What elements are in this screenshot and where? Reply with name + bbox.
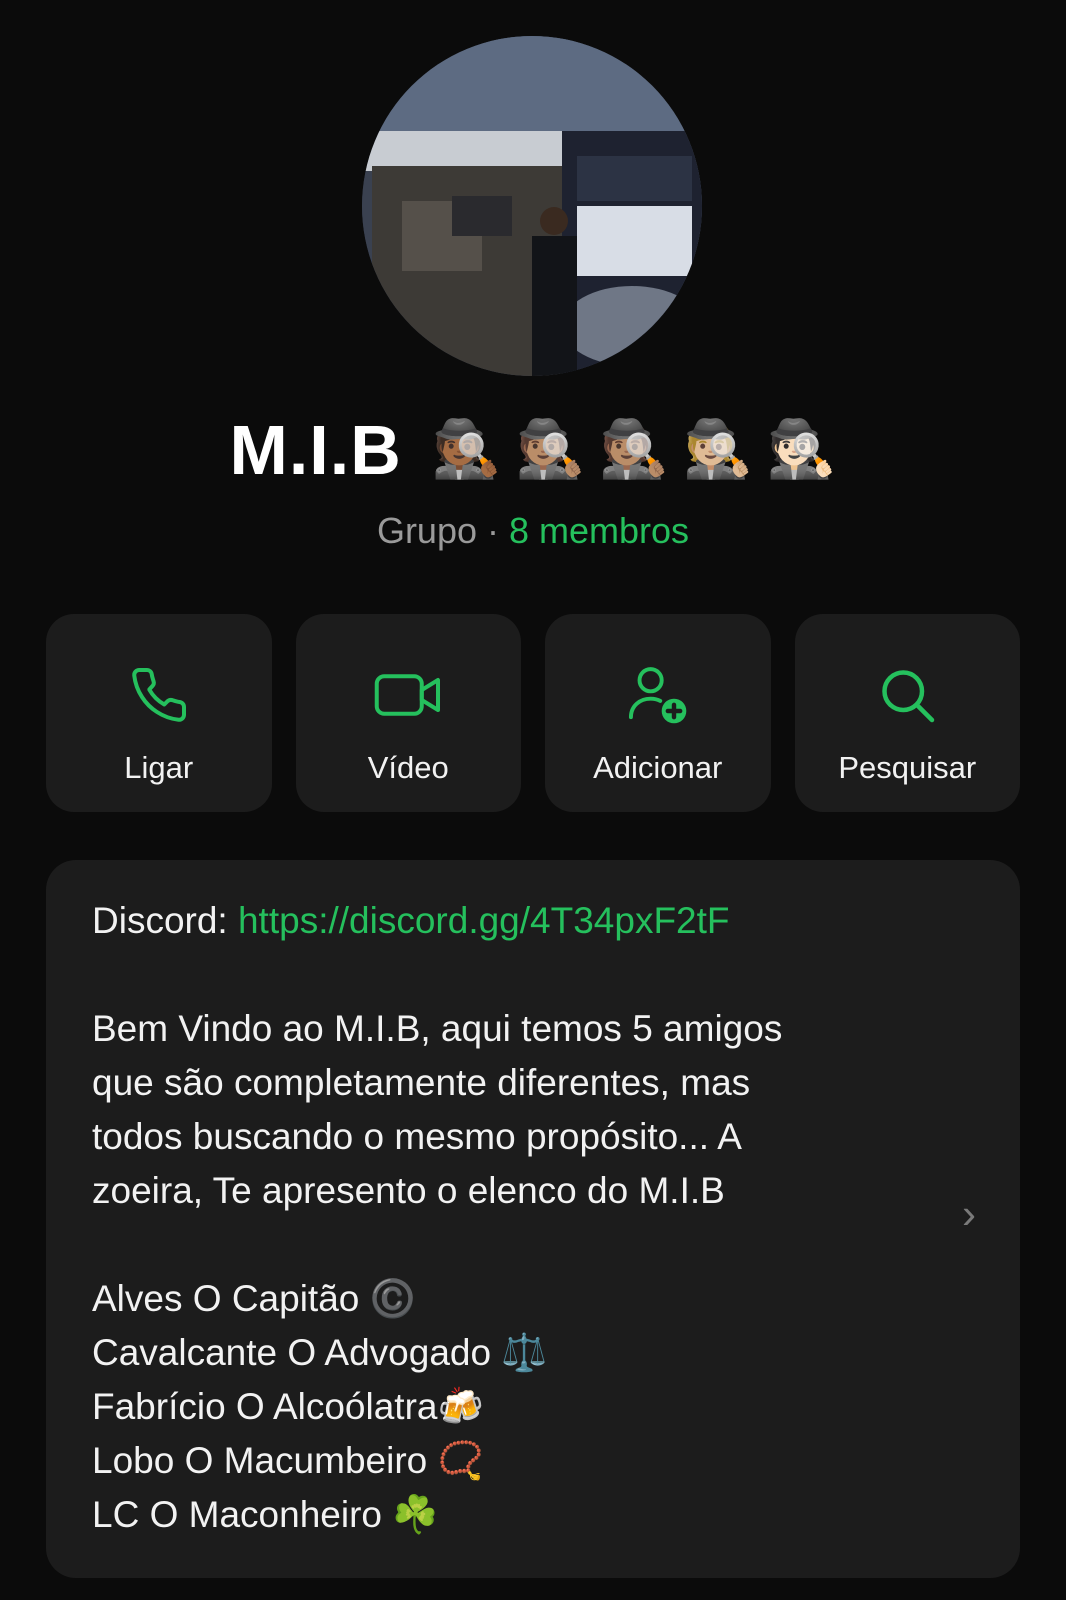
- group-info-page: M.I.B 🕵🏾 🕵🏽 🕵🏽 🕵🏼 🕵🏻 Grupo · 8 membros L…: [0, 0, 1066, 1600]
- phone-icon: [124, 660, 194, 730]
- scales-emoji: ⚖️: [501, 1331, 548, 1374]
- call-button[interactable]: Ligar: [46, 614, 272, 812]
- video-button[interactable]: Vídeo: [295, 614, 521, 812]
- group-name: M.I.B: [229, 411, 402, 489]
- chevron-right-icon[interactable]: ›: [962, 1190, 976, 1238]
- avatar-photo: [362, 36, 702, 376]
- video-icon: [373, 660, 443, 730]
- group-avatar[interactable]: [362, 36, 702, 376]
- intro-line-2: que são completamente diferentes, mas: [92, 1062, 751, 1103]
- video-label: Vídeo: [367, 750, 449, 785]
- beer-mugs-emoji: 🍻: [437, 1385, 484, 1428]
- intro-line-3: todos buscando o mesmo propósito... A: [92, 1116, 742, 1157]
- shamrock-emoji: ☘️: [392, 1493, 439, 1536]
- detective-emoji-4: 🕵🏼: [682, 417, 753, 482]
- detective-emoji-3: 🕵🏽: [599, 417, 669, 482]
- cast-name: Lobo O Macumbeiro: [92, 1440, 438, 1481]
- cast-line-1: Alves O Capitão ©️: [92, 1272, 974, 1326]
- subtitle-separator: ·: [477, 510, 509, 551]
- group-subtitle: Grupo · 8 membros: [0, 510, 1066, 552]
- cast-name: Alves O Capitão: [92, 1278, 370, 1319]
- intro-line-4: zoeira, Te apresento o elenco do M.I.B: [92, 1170, 725, 1211]
- prayer-beads-emoji: 📿: [437, 1439, 484, 1482]
- discord-link[interactable]: https://discord.gg/4T34pxF2tF: [238, 900, 730, 941]
- intro-line-1: Bem Vindo ao M.I.B, aqui temos 5 amigos: [92, 1008, 783, 1049]
- group-title-row: M.I.B 🕵🏾 🕵🏽 🕵🏽 🕵🏼 🕵🏻: [0, 410, 1066, 490]
- detective-emoji-2: 🕵🏽: [515, 417, 586, 482]
- add-label: Adicionar: [593, 750, 723, 785]
- cast-line-4: Lobo O Macumbeiro 📿: [92, 1434, 974, 1488]
- group-type: Grupo: [376, 510, 477, 551]
- detective-emoji-5: 🕵🏻: [766, 417, 837, 482]
- cast-line-5: LC O Maconheiro ☘️: [92, 1488, 974, 1542]
- call-label: Ligar: [124, 750, 194, 785]
- members-count-link[interactable]: 8 membros: [509, 510, 689, 551]
- add-member-button[interactable]: Adicionar: [545, 614, 771, 812]
- cast-line-3: Fabrício O Alcoólatra🍻: [92, 1380, 974, 1434]
- detective-emoji-1: 🕵🏾: [431, 417, 502, 482]
- add-user-icon: [623, 660, 693, 730]
- copyright-emoji: ©️: [369, 1277, 416, 1320]
- cast-line-2: Cavalcante O Advogado ⚖️: [92, 1326, 974, 1380]
- action-buttons: Ligar Vídeo Adicionar Pesquisar: [46, 614, 1020, 812]
- search-label: Pesquisar: [838, 750, 977, 785]
- cast-name: Fabrício O Alcoólatra: [92, 1386, 438, 1427]
- cast-name: Cavalcante O Advogado: [92, 1332, 502, 1373]
- group-description-card[interactable]: Discord: https://discord.gg/4T34pxF2tF B…: [46, 860, 1020, 1578]
- search-icon: [872, 660, 942, 730]
- search-button[interactable]: Pesquisar: [794, 614, 1020, 812]
- discord-line: Discord: https://discord.gg/4T34pxF2tF: [92, 894, 974, 948]
- discord-label: Discord:: [92, 900, 238, 941]
- cast-name: LC O Maconheiro: [92, 1494, 393, 1535]
